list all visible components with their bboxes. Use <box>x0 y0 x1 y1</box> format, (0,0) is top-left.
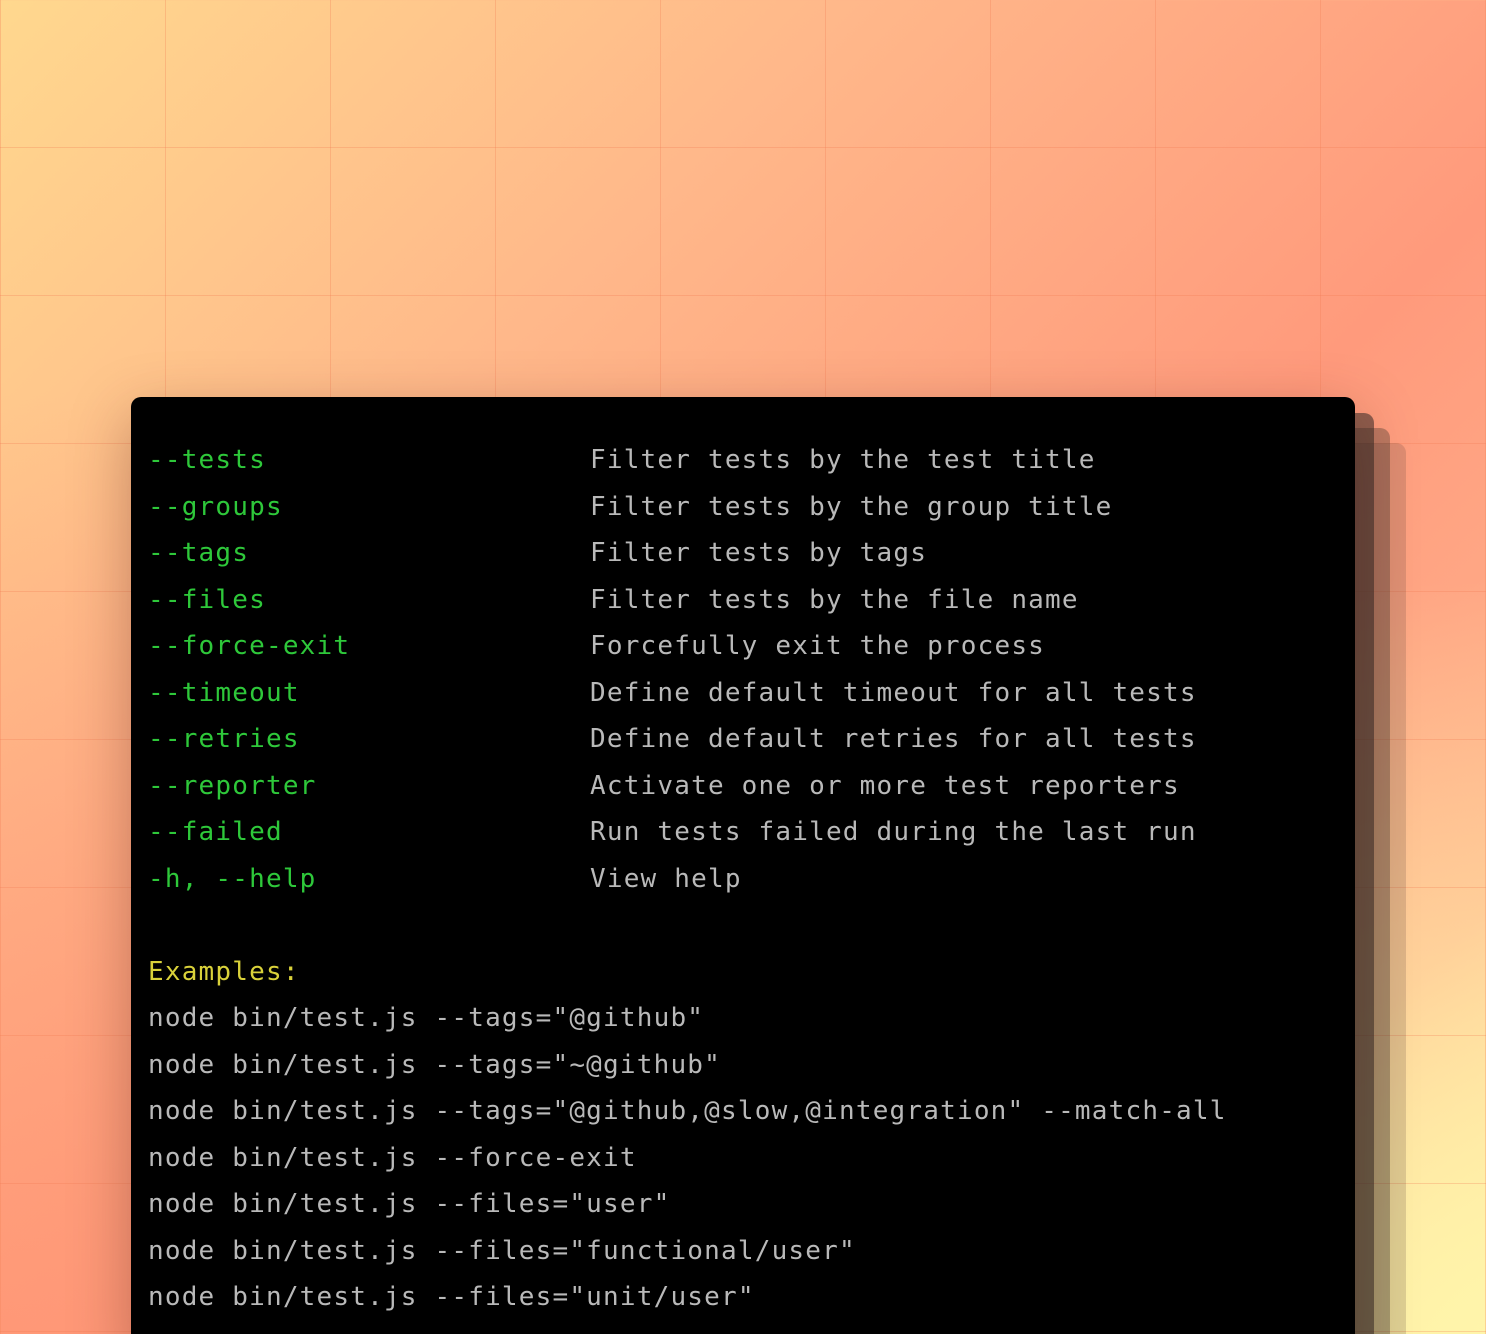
option-description: Define default retries for all tests <box>590 724 1197 755</box>
examples-list: node bin/test.js --tags="@github" node b… <box>148 995 1335 1321</box>
option-row: --reporter Activate one or more test repo… <box>148 763 1335 810</box>
option-description: View help <box>590 863 742 894</box>
option-row: --failed Run tests failed during the last… <box>148 809 1335 856</box>
terminal-output: --tests Filter tests by the test title --… <box>148 437 1335 1321</box>
example-command: node bin/test.js --files="user" <box>148 1189 671 1220</box>
option-row: --retries Define default retries for all … <box>148 716 1335 763</box>
option-row: --timeout Define default timeout for all … <box>148 670 1335 717</box>
option-row: --force-exit Forcefully exit the process <box>148 623 1335 670</box>
option-description: Run tests failed during the last run <box>590 817 1197 848</box>
option-flag: --reporter <box>148 770 317 801</box>
example-command: node bin/test.js --force-exit <box>148 1142 637 1173</box>
option-description: Filter tests by the test title <box>590 445 1096 476</box>
option-flag: --groups <box>148 491 283 522</box>
option-flag: --files <box>148 584 266 615</box>
option-flag: --failed <box>148 817 283 848</box>
example-command: node bin/test.js --tags="~@github" <box>148 1049 722 1080</box>
option-description: Activate one or more test reporters <box>590 770 1180 801</box>
option-row: --groups Filter tests by the group title <box>148 484 1335 531</box>
option-flag: --tags <box>148 538 250 569</box>
option-row: --files Filter tests by the file name <box>148 577 1335 624</box>
example-command: node bin/test.js --files="unit/user" <box>148 1282 755 1313</box>
terminal-window[interactable]: --tests Filter tests by the test title --… <box>131 397 1355 1334</box>
option-description: Forcefully exit the process <box>590 631 1046 662</box>
option-flag: --tests <box>148 445 266 476</box>
option-flag: --force-exit <box>148 631 351 662</box>
example-command: node bin/test.js --files="functional/use… <box>148 1235 856 1266</box>
option-row: -h, --help View help <box>148 856 1335 903</box>
option-description: Filter tests by the file name <box>590 584 1079 615</box>
option-flag: --timeout <box>148 677 300 708</box>
option-description: Filter tests by the group title <box>590 491 1113 522</box>
example-command: node bin/test.js --tags="@github" <box>148 1003 705 1034</box>
option-description: Filter tests by tags <box>590 538 928 569</box>
example-command: node bin/test.js --tags="@github,@slow,@… <box>148 1096 1227 1127</box>
option-row: --tags Filter tests by tags <box>148 530 1335 577</box>
option-flag: --retries <box>148 724 300 755</box>
option-flag: -h, --help <box>148 863 317 894</box>
option-description: Define default timeout for all tests <box>590 677 1197 708</box>
examples-heading: Examples: <box>148 956 300 987</box>
option-row: --tests Filter tests by the test title <box>148 437 1335 484</box>
options-list: --tests Filter tests by the test title --… <box>148 437 1335 902</box>
